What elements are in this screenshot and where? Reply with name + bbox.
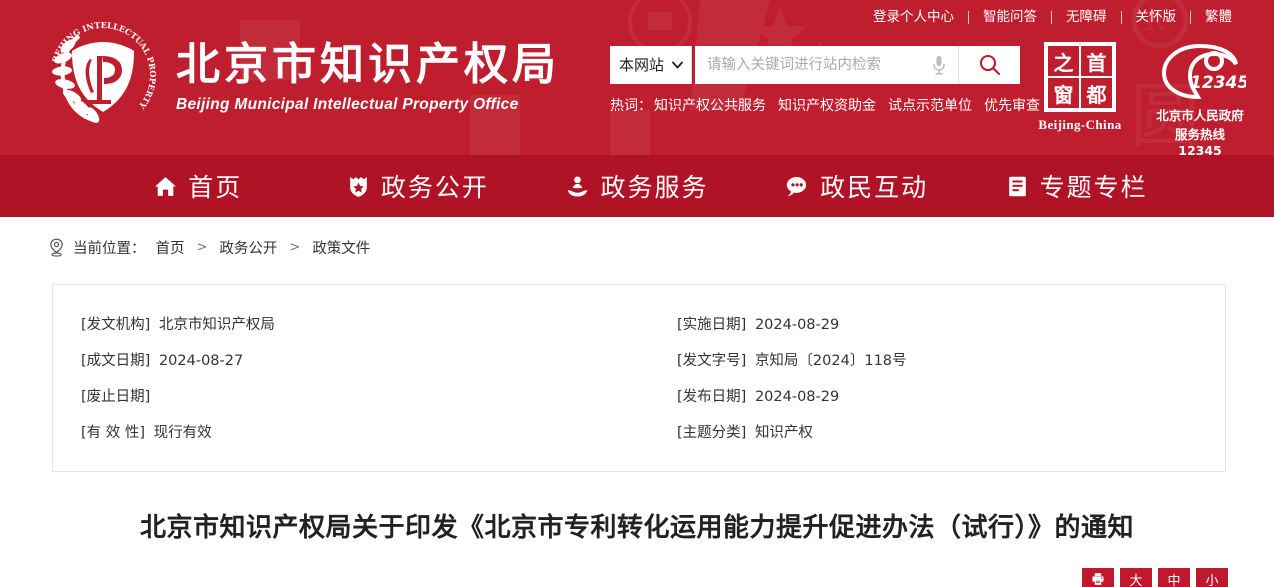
- metadata-row: [成文日期] 2024-08-27: [81, 347, 629, 375]
- breadcrumb-separator: >: [196, 240, 208, 255]
- nav-label: 专题专栏: [1039, 173, 1148, 202]
- metadata-value: 2024-08-29: [754, 389, 840, 405]
- shoudu-logo-en: Beijing-China: [1038, 117, 1122, 132]
- metadata-row: [有 效 性] 现行有效: [81, 419, 629, 447]
- main-navigation: 首页 政务公开 政务服务 政民互动 专题专栏: [0, 155, 1274, 217]
- metadata-value: 知识产权: [754, 425, 813, 441]
- metadata-row: [发文机构] 北京市知识产权局: [81, 311, 629, 339]
- metadata-row: [发布日期] 2024-08-29: [677, 383, 1225, 411]
- font-size-small-button[interactable]: 小: [1196, 568, 1228, 587]
- beijing-ip-emblem-icon: BEIJING INTELLECTUAL PROPERTY: [50, 20, 158, 123]
- hot-keyword-link[interactable]: 试点示范单位: [888, 95, 972, 115]
- hot-keyword-link[interactable]: 知识产权公共服务: [654, 95, 766, 115]
- shield-star-icon: [350, 176, 367, 197]
- breadcrumb-separator: >: [289, 240, 301, 255]
- metadata-value: 2024-08-27: [158, 353, 244, 369]
- page-title: 北京市知识产权局关于印发《北京市专利转化运用能力提升促进办法（试行）》的通知: [139, 513, 1134, 543]
- nav-label: 政务服务: [600, 173, 709, 202]
- search-input-wrapper: [692, 46, 958, 84]
- logo-title-en: Beijing Municipal Intellectual Property …: [176, 96, 519, 113]
- document-toolbar: 大 中 小: [0, 548, 1274, 587]
- nav-citizen-interaction[interactable]: 政民互动: [747, 168, 967, 204]
- hotline-text-line2: 服务热线12345: [1174, 127, 1225, 155]
- home-icon: [155, 176, 177, 196]
- breadcrumb-label: 当前位置：: [73, 241, 146, 257]
- metadata-row: [实施日期] 2024-08-29: [677, 311, 1225, 339]
- breadcrumb: 当前位置： 首页 > 政务公开 > 政策文件: [0, 217, 1274, 258]
- shoudu-char: 之: [1047, 45, 1080, 77]
- metadata-key: [发文机构]: [81, 317, 151, 333]
- metadata-column-left: [发文机构] 北京市知识产权局 [成文日期] 2024-08-27 [废止日期]…: [53, 311, 629, 447]
- hot-keyword-link[interactable]: 知识产权资助金: [778, 95, 876, 115]
- svg-text:12345: 12345: [1190, 73, 1246, 93]
- microphone-icon[interactable]: [932, 55, 946, 75]
- hot-keywords: 热词： 知识产权公共服务 知识产权资助金 试点示范单位 优先审查: [610, 95, 1040, 115]
- metadata-key: [发布日期]: [677, 389, 747, 405]
- metadata-value: 北京市知识产权局: [158, 317, 275, 333]
- hot-keywords-label: 热词：: [610, 97, 652, 113]
- shoudu-zhichuang-logo[interactable]: 之 首 窗 都 Beijing-China: [1032, 42, 1128, 133]
- top-link-login-personal-center[interactable]: 登录个人中心: [859, 8, 968, 26]
- logo-title-cn: 北京市知识产权局: [176, 39, 560, 90]
- nav-government-services[interactable]: 政务服务: [527, 168, 747, 204]
- metadata-key: [有 效 性]: [81, 425, 146, 441]
- document-metadata-card: [发文机构] 北京市知识产权局 [成文日期] 2024-08-27 [废止日期]…: [52, 284, 1226, 472]
- top-link-traditional-chinese[interactable]: 繁體: [1191, 8, 1246, 26]
- top-link-accessibility[interactable]: 无障碍: [1052, 8, 1121, 26]
- breadcrumb-item-home[interactable]: 首页: [156, 237, 185, 258]
- print-button[interactable]: [1082, 568, 1114, 587]
- hotline-12345-logo[interactable]: 12345 北京市人民政府 服务热线12345: [1154, 42, 1249, 155]
- metadata-row: [废止日期]: [81, 383, 629, 411]
- metadata-key: [主题分类]: [677, 425, 747, 441]
- document-list-icon: [1008, 176, 1026, 196]
- nav-label: 政务公开: [380, 173, 489, 202]
- metadata-key: [实施日期]: [677, 317, 747, 333]
- metadata-row: [主题分类] 知识产权: [677, 419, 1225, 447]
- site-logo[interactable]: BEIJING INTELLECTUAL PROPERTY 北京市知识产权局 B…: [48, 20, 560, 130]
- hand-person-icon: [568, 176, 588, 196]
- metadata-key: [废止日期]: [81, 389, 151, 405]
- site-search: 本网站 请输入关键词进行站内检索 热词： 知识产权公共服务 知识产权资助金 试点…: [610, 46, 1040, 115]
- location-pin-icon: [50, 238, 63, 257]
- metadata-row: [发文字号] 京知局〔2024〕118号: [677, 347, 1225, 375]
- hotline-12345-icon: 12345: [1161, 43, 1249, 100]
- printer-icon: [1092, 573, 1104, 585]
- shoudu-char: 窗: [1047, 77, 1080, 109]
- top-utility-links: 登录个人中心 智能问答 无障碍 关怀版 繁體: [859, 8, 1246, 26]
- metadata-key: [成文日期]: [81, 353, 151, 369]
- top-link-smart-qa[interactable]: 智能问答: [969, 8, 1051, 26]
- chat-bubble-icon: [786, 176, 807, 196]
- search-bar: 本网站: [610, 46, 1020, 84]
- search-scope-select-wrapper[interactable]: 本网站: [610, 46, 692, 84]
- site-header: R 圆 登录个人中心 智能问答 无障碍 关怀版 繁體 BEIJING INTEL…: [0, 0, 1274, 155]
- search-icon: [979, 54, 1000, 76]
- shoudu-char: 首: [1080, 45, 1113, 77]
- partner-logos: 之 首 窗 都 Beijing-China 12345 北京市人民政府 服务热线…: [1032, 42, 1249, 155]
- shoudu-logo-grid: 之 首 窗 都: [1044, 42, 1116, 112]
- font-size-large-button[interactable]: 大: [1120, 568, 1152, 587]
- metadata-value: 2024-08-29: [754, 317, 840, 333]
- breadcrumb-item-disclosure[interactable]: 政务公开: [219, 237, 277, 258]
- metadata-key: [发文字号]: [677, 353, 747, 369]
- nav-special-topics[interactable]: 专题专栏: [966, 168, 1186, 204]
- metadata-value: 京知局〔2024〕118号: [754, 353, 907, 369]
- top-link-care-version[interactable]: 关怀版: [1122, 8, 1191, 26]
- nav-home[interactable]: 首页: [88, 168, 308, 204]
- nav-government-affairs-disclosure[interactable]: 政务公开: [308, 168, 528, 204]
- metadata-value: 现行有效: [153, 425, 212, 441]
- search-scope-select[interactable]: 本网站: [610, 56, 690, 74]
- font-size-medium-button[interactable]: 中: [1158, 568, 1190, 587]
- shoudu-char: 都: [1080, 77, 1113, 109]
- metadata-column-right: [实施日期] 2024-08-29 [发文字号] 京知局〔2024〕118号 […: [629, 311, 1225, 447]
- breadcrumb-item-policy-documents[interactable]: 政策文件: [312, 237, 370, 258]
- hotline-text-line1: 北京市人民政府: [1156, 108, 1244, 123]
- search-input[interactable]: [695, 47, 958, 83]
- search-submit-button[interactable]: [958, 46, 1020, 84]
- nav-label: 首页: [188, 173, 243, 202]
- nav-label: 政民互动: [820, 173, 929, 202]
